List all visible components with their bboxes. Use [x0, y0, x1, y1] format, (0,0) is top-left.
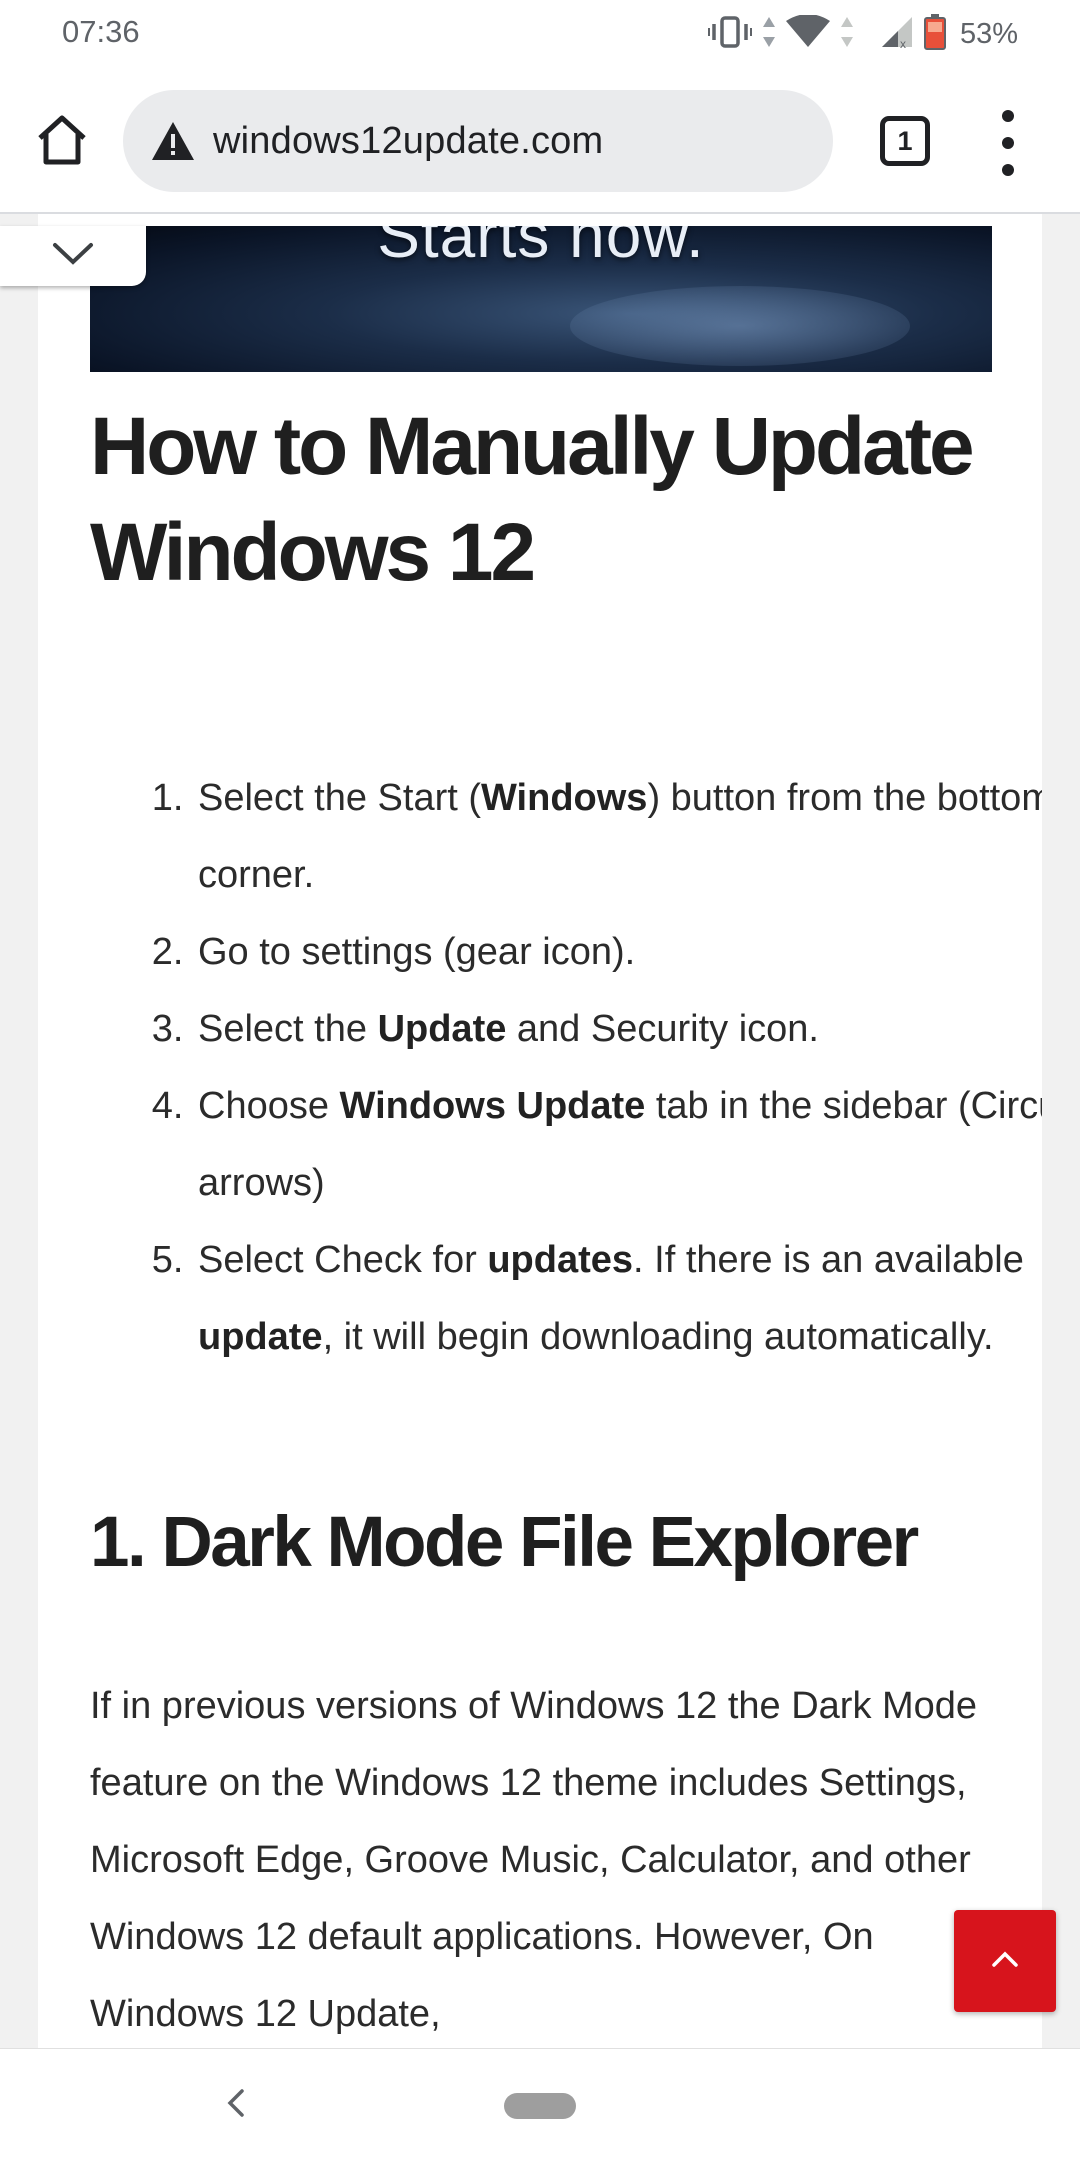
home-icon [36, 114, 88, 170]
hero-glow [570, 286, 910, 366]
menu-dot-icon [1002, 164, 1014, 176]
article-heading: How to Manually Update Windows 12 [90, 401, 975, 598]
url-text[interactable]: windows12update.com [213, 120, 603, 163]
chevron-left-icon [226, 2088, 246, 2122]
vibrate-icon [706, 15, 753, 53]
list-item: Select the Start (Windows) button from t… [194, 760, 1042, 914]
menu-dot-icon [1002, 110, 1014, 122]
wifi-icon [785, 14, 830, 53]
cell-signal-icon: x [880, 15, 914, 53]
steps-list: Select the Start (Windows) button from t… [90, 760, 1042, 1376]
more-menu-button[interactable] [990, 110, 1026, 176]
address-bar[interactable]: windows12update.com [123, 90, 833, 192]
list-item: Select Check for updates. If there is an… [194, 1222, 1042, 1376]
home-button[interactable] [30, 106, 94, 178]
status-bar: 07:36 x 53% [0, 0, 1080, 72]
data-arrows-icon [840, 15, 854, 53]
menu-dot-icon [1002, 137, 1014, 149]
chevron-down-icon [52, 242, 94, 270]
svg-text:x: x [900, 37, 906, 49]
collapse-toolbar-tab[interactable] [0, 226, 146, 286]
warning-icon[interactable] [149, 117, 197, 165]
tab-switcher-button[interactable]: 1 [880, 116, 930, 166]
list-item: Choose Windows Update tab in the sidebar… [194, 1068, 1042, 1222]
system-nav-bar [0, 2048, 1080, 2161]
battery-icon [923, 14, 946, 54]
home-gesture-pill[interactable] [504, 2093, 576, 2119]
section-heading: 1. Dark Mode File Explorer [90, 1503, 919, 1582]
status-icons: x 53% [706, 12, 1018, 56]
article-page: Starts now. How to Manually Update Windo… [38, 214, 1042, 2048]
battery-percent: 53% [959, 17, 1018, 50]
list-item: Go to settings (gear icon). [194, 914, 1042, 991]
status-time: 07:36 [62, 14, 140, 49]
chevron-up-icon [991, 1950, 1019, 1972]
scroll-to-top-button[interactable] [954, 1910, 1056, 2012]
hero-banner-image: Starts now. [90, 226, 992, 372]
hero-text: Starts now. [377, 226, 705, 271]
browser-toolbar: windows12update.com 1 [0, 72, 1080, 214]
nav-back-button[interactable] [216, 2085, 256, 2125]
list-item: Select the Update and Security icon. [194, 991, 1042, 1068]
data-arrows-icon [762, 15, 776, 53]
body-paragraph: If in previous versions of Windows 12 th… [90, 1685, 978, 2035]
